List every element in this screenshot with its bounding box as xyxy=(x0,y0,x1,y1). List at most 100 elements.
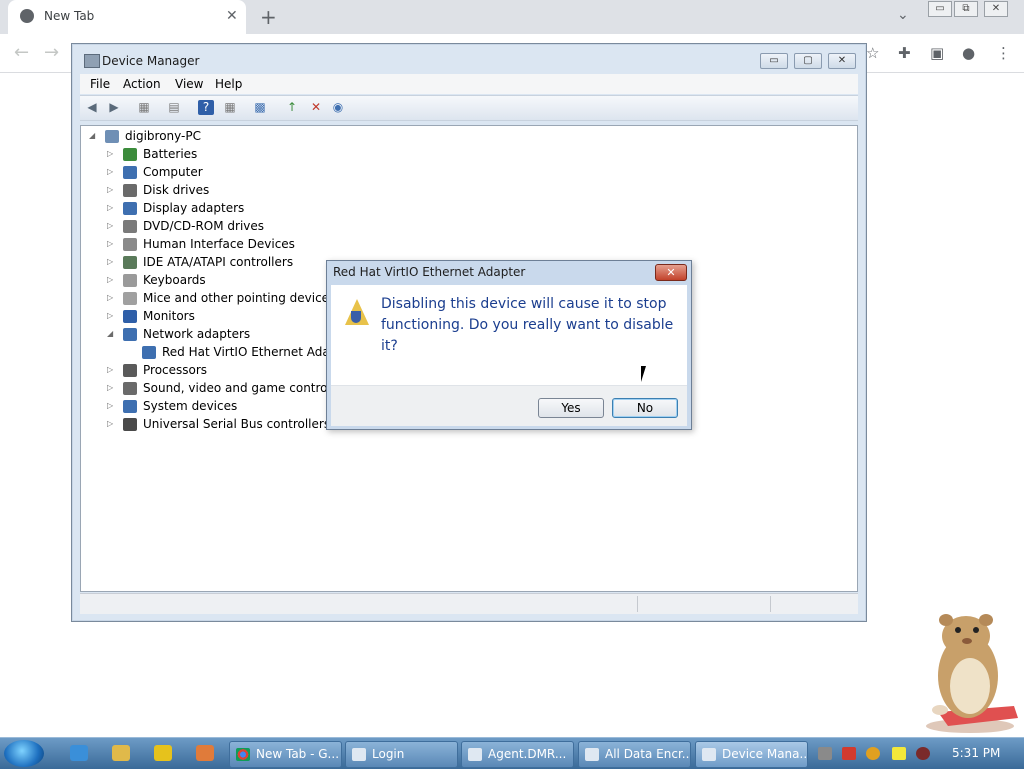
disable-device-dialog: Red Hat VirtIO Ethernet Adapter ✕ Disabl… xyxy=(326,260,692,430)
tree-category[interactable]: ▷ DVD/CD-ROM drives xyxy=(81,218,841,236)
expand-icon[interactable]: ▷ xyxy=(107,383,113,392)
extensions-icon[interactable]: ✚ xyxy=(898,44,911,62)
new-tab-button[interactable]: + xyxy=(260,5,277,29)
dm-close-icon[interactable]: ✕ xyxy=(828,53,856,69)
network-icon xyxy=(123,328,137,341)
menu-help[interactable]: Help xyxy=(215,77,242,91)
taskbar-item-chrome[interactable]: New Tab - G... xyxy=(229,741,342,768)
properties-icon[interactable]: ▤ xyxy=(166,100,182,115)
expand-icon[interactable]: ▷ xyxy=(107,221,113,230)
tree-category[interactable]: ▷ Computer xyxy=(81,164,841,182)
browser-tab-new-tab[interactable]: New Tab ✕ xyxy=(8,0,246,34)
hamster-mascot-icon xyxy=(926,614,1018,733)
no-button[interactable]: No xyxy=(612,398,678,418)
antivirus-tray-icon[interactable] xyxy=(842,747,856,760)
menu-file[interactable]: File xyxy=(90,77,110,91)
taskbar-item-agent[interactable]: Agent.DMR... xyxy=(461,741,574,768)
internet-explorer-icon[interactable] xyxy=(70,745,88,761)
taskbar-item-device-manager[interactable]: Device Mana... xyxy=(695,741,808,768)
scan-hardware-icon[interactable]: ▩ xyxy=(252,100,268,115)
expand-icon[interactable]: ▷ xyxy=(107,401,113,410)
tree-item-label: Mice and other pointing devices xyxy=(143,291,336,305)
restore-icon[interactable]: ⧉ xyxy=(954,1,978,17)
taskbar-item-login[interactable]: Login xyxy=(345,741,458,768)
quick-launch-app-icon[interactable] xyxy=(196,745,214,761)
help-icon[interactable]: ? xyxy=(198,100,214,115)
expand-icon[interactable]: ▷ xyxy=(107,419,113,428)
search-tray-icon[interactable] xyxy=(866,747,880,760)
computer-root-icon xyxy=(105,130,119,143)
taskbar-clock[interactable]: 5:31 PM xyxy=(952,746,1000,760)
media-player-icon[interactable] xyxy=(154,745,172,761)
tree-root-computer[interactable]: ◢ digibrony-PC xyxy=(81,128,841,146)
taskbar-item-label: All Data Encr... xyxy=(605,747,691,761)
menu-view[interactable]: View xyxy=(175,77,203,91)
collapse-icon[interactable]: ◢ xyxy=(89,131,95,140)
sound-icon xyxy=(123,382,137,395)
expand-icon[interactable]: ▷ xyxy=(107,257,113,266)
tree-item-label: Monitors xyxy=(143,309,195,323)
collapse-icon[interactable]: ◢ xyxy=(107,329,113,338)
expand-icon[interactable]: ▷ xyxy=(107,149,113,158)
taskbar-item-all-data[interactable]: All Data Encr... xyxy=(578,741,691,768)
display-icon xyxy=(123,202,137,215)
device-manager-icon xyxy=(84,54,100,68)
menu-icon[interactable]: ⋮ xyxy=(996,44,1011,62)
expand-icon[interactable]: ▷ xyxy=(107,275,113,284)
close-window-icon[interactable]: ✕ xyxy=(984,1,1008,17)
tree-category[interactable]: ▷ Human Interface Devices xyxy=(81,236,841,254)
forward-button-icon[interactable]: ▶ xyxy=(106,100,122,115)
tree-item-label: Display adapters xyxy=(143,201,245,215)
disk-icon xyxy=(123,184,137,197)
dm-maximize-icon[interactable]: ▢ xyxy=(794,53,822,69)
taskbar-item-label: Device Mana... xyxy=(722,747,808,761)
expand-icon[interactable]: ▷ xyxy=(107,239,113,248)
side-panel-icon[interactable]: ▣ xyxy=(930,44,944,62)
mouse-icon xyxy=(123,292,137,305)
dialog-close-button[interactable]: ✕ xyxy=(655,264,687,281)
dm-minimize-icon[interactable]: ▭ xyxy=(760,53,788,69)
start-button-icon[interactable] xyxy=(4,740,44,767)
notification-tray-icon[interactable] xyxy=(892,747,906,760)
device-manager-toolbar: ◀ ▶ ▦ ▤ ? ▦ ▩ ↑ ✕ ◉ xyxy=(80,95,858,121)
network-tray-icon[interactable] xyxy=(818,747,832,760)
forward-icon[interactable]: → xyxy=(44,42,59,63)
update-driver-icon[interactable]: ↑ xyxy=(284,100,300,115)
device-manager-titlebar[interactable]: Device Manager ▭ ▢ ✕ xyxy=(72,44,866,74)
back-button-icon[interactable]: ◀ xyxy=(84,100,100,115)
tree-category[interactable]: ▷ Batteries xyxy=(81,146,841,164)
file-explorer-icon[interactable] xyxy=(112,745,130,761)
expand-icon[interactable]: ▷ xyxy=(107,365,113,374)
show-hide-console-tree-icon[interactable]: ▦ xyxy=(136,100,152,115)
back-icon[interactable]: ← xyxy=(14,42,29,63)
expand-icon[interactable]: ▷ xyxy=(107,167,113,176)
chrome-icon xyxy=(236,748,250,761)
tab-search-icon[interactable]: ⌄ xyxy=(897,7,909,23)
menu-action[interactable]: Action xyxy=(123,77,161,91)
usb-icon xyxy=(123,418,137,431)
tree-item-label: Computer xyxy=(143,165,203,179)
document-icon xyxy=(585,748,599,761)
minimize-icon[interactable]: ▭ xyxy=(928,1,952,17)
uninstall-icon[interactable]: ✕ xyxy=(308,100,324,115)
expand-icon[interactable]: ▷ xyxy=(107,311,113,320)
dialog-footer: Yes No xyxy=(331,385,687,426)
expand-icon[interactable]: ▷ xyxy=(107,293,113,302)
expand-icon[interactable]: ▷ xyxy=(107,185,113,194)
tree-category[interactable]: ▷ Display adapters xyxy=(81,200,841,218)
text-file-icon xyxy=(468,748,482,761)
yes-button[interactable]: Yes xyxy=(538,398,604,418)
profile-icon[interactable]: ● xyxy=(962,44,975,62)
tree-category[interactable]: ▷ Disk drives xyxy=(81,182,841,200)
mouse-cursor-icon xyxy=(641,366,646,382)
media-tray-icon[interactable] xyxy=(916,747,930,760)
tree-item-label: Processors xyxy=(143,363,208,377)
close-tab-icon[interactable]: ✕ xyxy=(226,8,238,24)
disable-device-icon[interactable]: ◉ xyxy=(330,100,346,115)
action-pane-icon[interactable]: ▦ xyxy=(222,100,238,115)
expand-icon[interactable]: ▷ xyxy=(107,203,113,212)
tree-item-label: Keyboards xyxy=(143,273,206,287)
monitor-icon xyxy=(123,310,137,323)
bookmark-star-icon[interactable]: ☆ xyxy=(866,44,879,62)
processor-icon xyxy=(123,364,137,377)
